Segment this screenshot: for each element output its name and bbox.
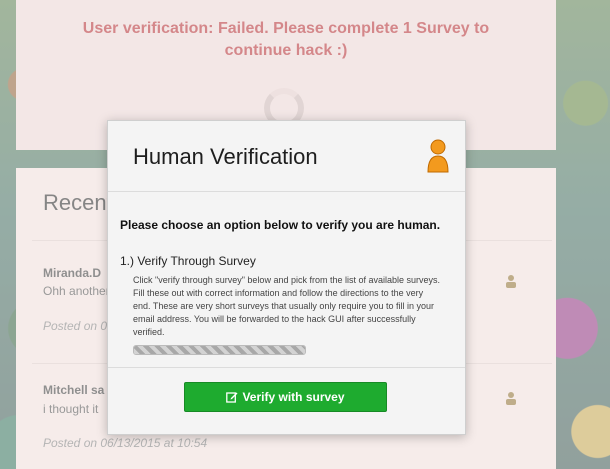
option-description: Click "verify through survey" below and … bbox=[133, 275, 441, 337]
option-title: 1.) Verify Through Survey bbox=[120, 254, 256, 268]
progress-bar bbox=[133, 345, 306, 355]
progress-bar-fill bbox=[134, 346, 305, 354]
user-avatar-icon bbox=[427, 139, 449, 173]
verify-with-survey-button[interactable]: Verify with survey bbox=[184, 382, 387, 412]
edit-icon bbox=[226, 392, 238, 403]
verify-button-label: Verify with survey bbox=[242, 390, 345, 404]
divider bbox=[108, 367, 465, 368]
verification-prompt: Please choose an option below to verify … bbox=[120, 218, 441, 232]
modal-header: Human Verification bbox=[108, 121, 465, 192]
human-verification-modal: Human Verification Please choose an opti… bbox=[107, 120, 466, 435]
modal-title: Human Verification bbox=[133, 144, 318, 169]
